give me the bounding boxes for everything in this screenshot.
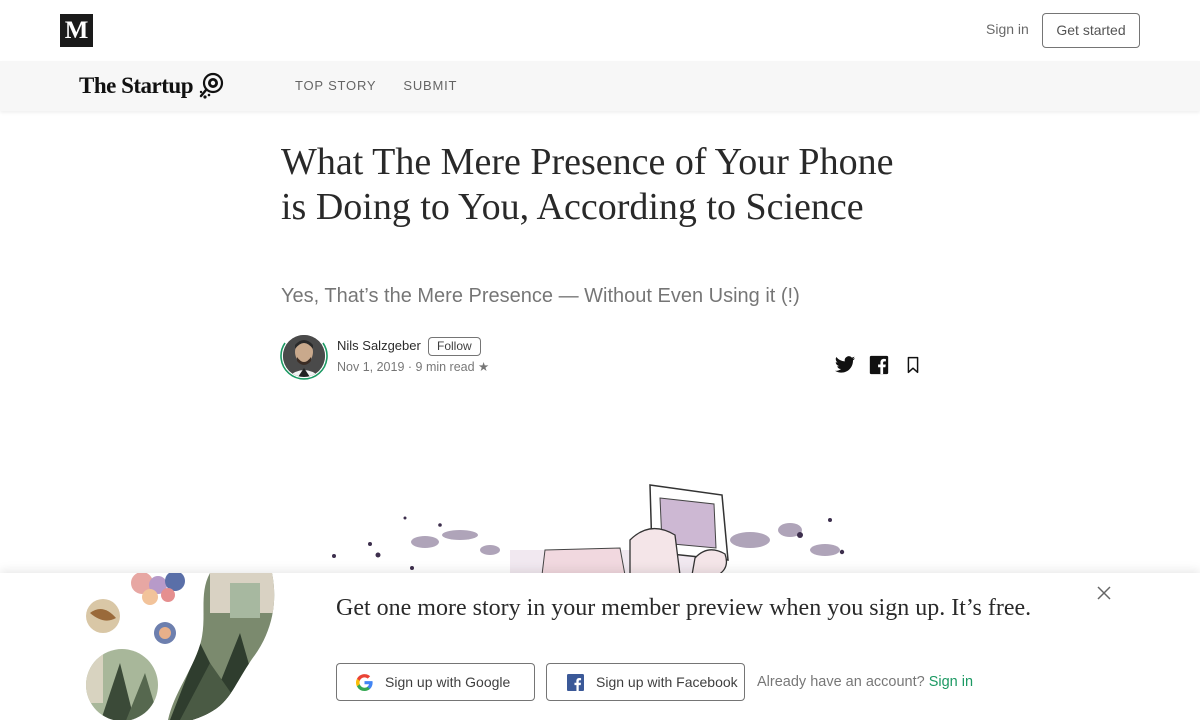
already-have-account: Already have an account? Sign in bbox=[757, 674, 973, 690]
publication-name: The Startup bbox=[79, 73, 194, 98]
startup-emblem-icon bbox=[199, 72, 224, 99]
bookmark-icon[interactable] bbox=[902, 354, 924, 376]
article-meta: Nov 1, 2019 · 9 min read ★ bbox=[337, 360, 490, 374]
already-text: Already have an account? bbox=[757, 674, 925, 690]
facebook-icon bbox=[567, 673, 584, 691]
google-icon bbox=[356, 673, 373, 691]
facebook-signup-label: Sign up with Facebook bbox=[596, 674, 738, 690]
get-started-button[interactable]: Get started bbox=[1042, 13, 1140, 48]
publication-logo[interactable]: The Startup bbox=[79, 71, 227, 101]
follow-button[interactable]: Follow bbox=[428, 337, 481, 356]
sign-in-link[interactable]: Sign in bbox=[986, 21, 1029, 37]
publication-nav: TOP STORY SUBMIT bbox=[295, 78, 457, 93]
facebook-signup-button[interactable]: Sign up with Facebook bbox=[546, 663, 745, 701]
article-subtitle: Yes, That’s the Mere Presence — Without … bbox=[281, 285, 800, 307]
banner-illustration bbox=[80, 571, 280, 720]
author-block: Nils Salzgeber Follow Nov 1, 2019 · 9 mi… bbox=[280, 330, 940, 382]
twitter-icon[interactable] bbox=[834, 354, 856, 376]
top-bar: M Sign in Get started bbox=[0, 0, 1200, 61]
article-title: What The Mere Presence of Your Phone is … bbox=[281, 141, 894, 228]
author-photo-icon bbox=[283, 335, 325, 377]
nav-submit[interactable]: SUBMIT bbox=[403, 78, 457, 93]
facebook-icon[interactable] bbox=[868, 354, 890, 376]
google-signup-label: Sign up with Google bbox=[385, 674, 511, 690]
hero-illustration bbox=[330, 480, 870, 575]
medium-logo[interactable]: M bbox=[60, 14, 93, 47]
avatar[interactable] bbox=[280, 330, 328, 382]
share-icons bbox=[834, 354, 924, 376]
banner-headline: Get one more story in your member previe… bbox=[336, 595, 1032, 621]
nav-top-story[interactable]: TOP STORY bbox=[295, 78, 376, 93]
google-signup-button[interactable]: Sign up with Google bbox=[336, 663, 535, 701]
signup-banner: Get one more story in your member previe… bbox=[0, 571, 1200, 720]
close-icon[interactable] bbox=[1095, 584, 1113, 602]
author-name[interactable]: Nils Salzgeber bbox=[337, 338, 421, 353]
publication-bar: The Startup TOP STORY SUBMIT bbox=[0, 61, 1200, 111]
banner-sign-in-link[interactable]: Sign in bbox=[929, 674, 973, 690]
